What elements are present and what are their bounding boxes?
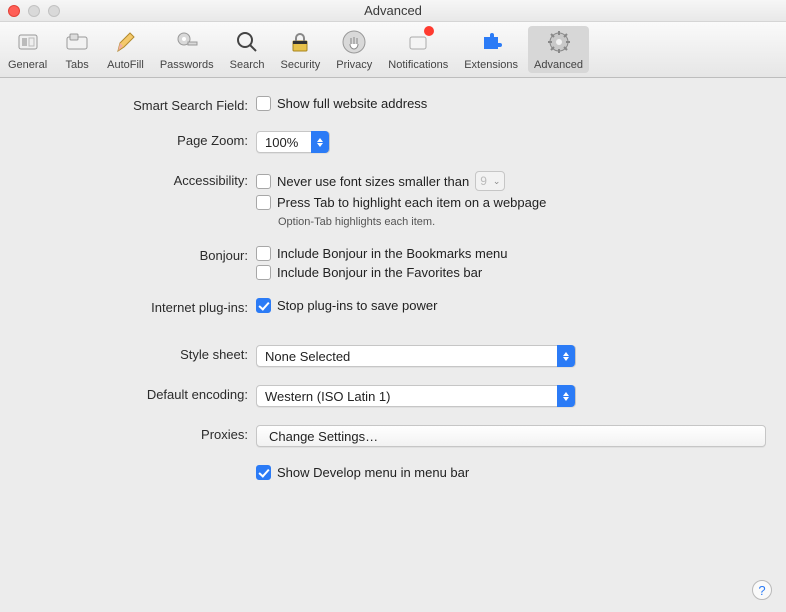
never-font-checkbox[interactable] bbox=[256, 174, 271, 189]
toolbar-label: Passwords bbox=[160, 59, 214, 71]
lock-icon bbox=[286, 28, 314, 56]
toolbar-label: Tabs bbox=[66, 59, 89, 71]
toolbar-label: Advanced bbox=[534, 59, 583, 71]
accessibility-label: Accessibility: bbox=[20, 171, 256, 188]
page-zoom-select[interactable]: 100% bbox=[256, 131, 330, 153]
toolbar-label: Privacy bbox=[336, 59, 372, 71]
gear-icon bbox=[545, 28, 573, 56]
change-settings-label: Change Settings… bbox=[269, 429, 378, 444]
style-sheet-select[interactable]: None Selected bbox=[256, 345, 576, 367]
toolbar-label: General bbox=[8, 59, 47, 71]
show-develop-checkbox[interactable] bbox=[256, 465, 271, 480]
chevron-updown-icon bbox=[557, 385, 575, 407]
help-icon: ? bbox=[758, 583, 765, 598]
window-titlebar: Advanced bbox=[0, 0, 786, 22]
style-sheet-value: None Selected bbox=[265, 349, 350, 364]
tabs-icon bbox=[63, 28, 91, 56]
chevron-down-icon: ⌄ bbox=[493, 176, 501, 187]
toolbar-label: AutoFill bbox=[107, 59, 144, 71]
bonjour-bookmarks-label: Include Bonjour in the Bookmarks menu bbox=[277, 246, 508, 261]
toolbar-tab-privacy[interactable]: Privacy bbox=[328, 24, 380, 75]
magnifier-icon bbox=[233, 28, 261, 56]
switch-icon bbox=[14, 28, 42, 56]
show-full-address-label: Show full website address bbox=[277, 96, 427, 111]
stop-plugins-checkbox[interactable] bbox=[256, 298, 271, 313]
bonjour-bookmarks-checkbox[interactable] bbox=[256, 246, 271, 261]
toolbar-label: Security bbox=[280, 59, 320, 71]
page-zoom-value: 100% bbox=[265, 135, 298, 150]
toolbar-label: Extensions bbox=[464, 59, 518, 71]
notification-icon bbox=[404, 28, 432, 56]
chevron-updown-icon bbox=[311, 131, 329, 153]
never-font-label: Never use font sizes smaller than bbox=[277, 174, 469, 189]
toolbar-tab-security[interactable]: Security bbox=[272, 24, 328, 75]
press-tab-label: Press Tab to highlight each item on a we… bbox=[277, 195, 546, 210]
proxies-label: Proxies: bbox=[20, 425, 256, 442]
toolbar-tab-extensions[interactable]: Extensions bbox=[456, 24, 526, 75]
help-button[interactable]: ? bbox=[752, 580, 772, 600]
toolbar-label: Notifications bbox=[388, 59, 448, 71]
bonjour-label: Bonjour: bbox=[20, 246, 256, 263]
window-title: Advanced bbox=[0, 3, 786, 18]
min-font-value: 9 bbox=[480, 174, 487, 188]
toolbar-tab-notifications[interactable]: Notifications bbox=[380, 24, 456, 75]
page-zoom-label: Page Zoom: bbox=[20, 131, 256, 148]
accessibility-hint: Option-Tab highlights each item. bbox=[278, 216, 766, 228]
toolbar-tab-passwords[interactable]: Passwords bbox=[152, 24, 222, 75]
default-encoding-label: Default encoding: bbox=[20, 385, 256, 402]
smart-search-label: Smart Search Field: bbox=[20, 96, 256, 113]
plugins-label: Internet plug-ins: bbox=[20, 298, 256, 315]
hand-icon bbox=[340, 28, 368, 56]
pencil-icon bbox=[111, 28, 139, 56]
default-encoding-value: Western (ISO Latin 1) bbox=[265, 389, 390, 404]
change-settings-button[interactable]: Change Settings… bbox=[256, 425, 766, 447]
toolbar-tab-advanced[interactable]: Advanced bbox=[528, 26, 589, 73]
show-develop-label: Show Develop menu in menu bar bbox=[277, 465, 469, 480]
toolbar-tab-tabs[interactable]: Tabs bbox=[55, 24, 99, 75]
bonjour-favorites-label: Include Bonjour in the Favorites bar bbox=[277, 265, 482, 280]
toolbar-tab-search[interactable]: Search bbox=[222, 24, 273, 75]
badge-dot-icon bbox=[424, 26, 434, 36]
press-tab-checkbox[interactable] bbox=[256, 195, 271, 210]
show-full-address-checkbox[interactable] bbox=[256, 96, 271, 111]
preferences-toolbar: General Tabs AutoFill Passwords Search bbox=[0, 22, 786, 78]
min-font-field[interactable]: 9 ⌄ bbox=[475, 171, 505, 191]
stop-plugins-label: Stop plug-ins to save power bbox=[277, 298, 437, 313]
default-encoding-select[interactable]: Western (ISO Latin 1) bbox=[256, 385, 576, 407]
puzzle-icon bbox=[477, 28, 505, 56]
style-sheet-label: Style sheet: bbox=[20, 345, 256, 362]
chevron-updown-icon bbox=[557, 345, 575, 367]
toolbar-tab-general[interactable]: General bbox=[0, 24, 55, 75]
preferences-content: Smart Search Field: Show full website ad… bbox=[0, 78, 786, 496]
toolbar-label: Search bbox=[230, 59, 265, 71]
bonjour-favorites-checkbox[interactable] bbox=[256, 265, 271, 280]
toolbar-tab-autofill[interactable]: AutoFill bbox=[99, 24, 152, 75]
key-icon bbox=[173, 28, 201, 56]
